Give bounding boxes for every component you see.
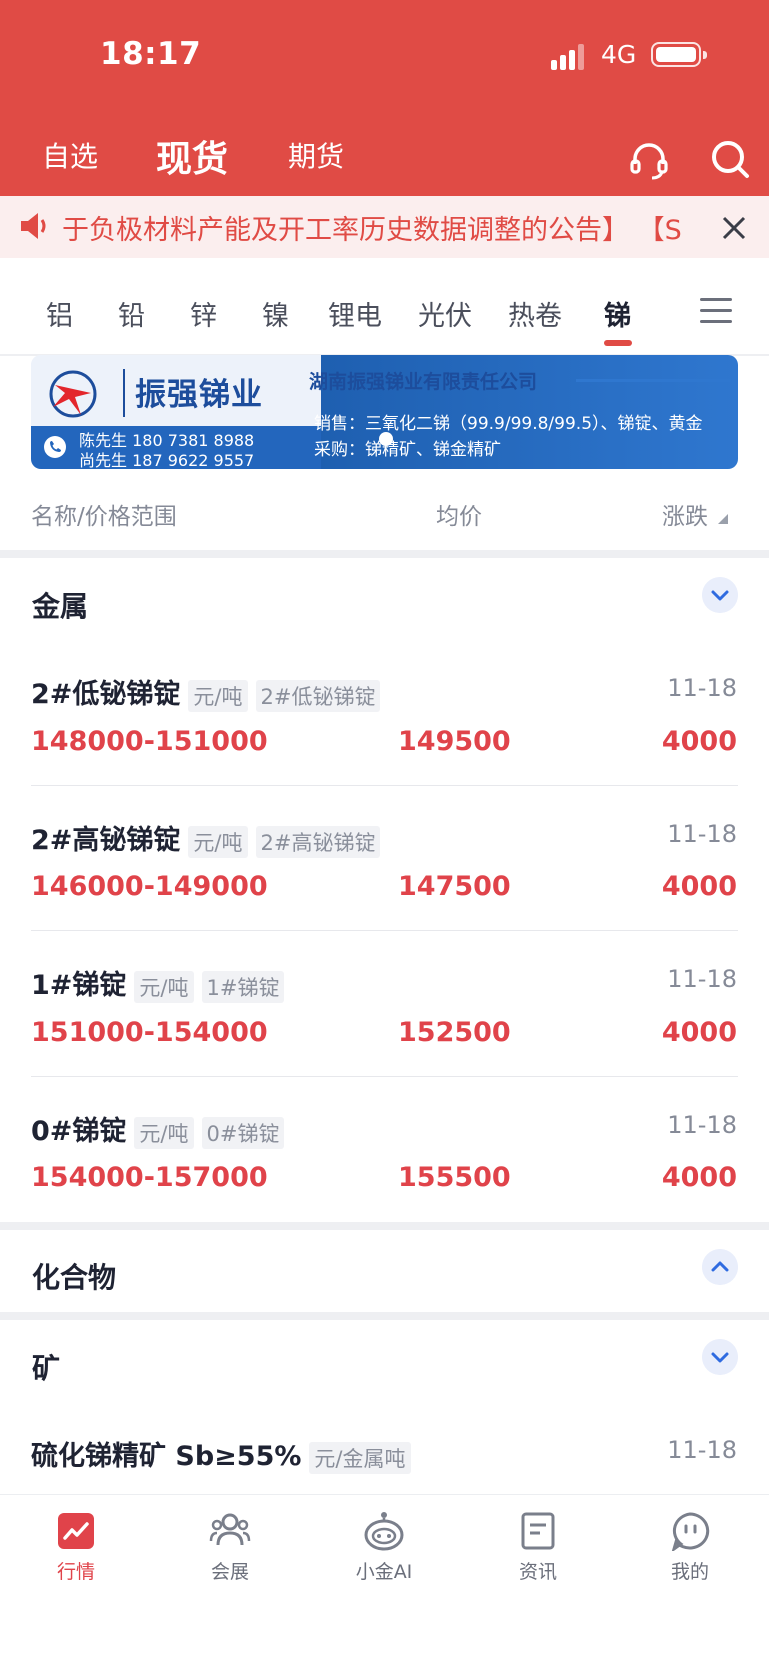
item-date: 11-18	[667, 1111, 737, 1139]
notice-close-button[interactable]	[714, 208, 754, 248]
item-change: 4000	[661, 1017, 737, 1048]
nav-news[interactable]: 资讯	[488, 1511, 588, 1584]
banner-page-dot	[379, 432, 393, 446]
category-tab[interactable]: 光伏	[418, 294, 472, 333]
category-tab[interactable]: 锌	[190, 294, 217, 333]
close-icon[interactable]	[714, 208, 754, 248]
list-item-name[interactable]: 0#锑锭 元/吨 0#锑锭	[31, 1109, 285, 1149]
list-item-name[interactable]: 2#高铋锑锭 元/吨 2#高铋锑锭	[31, 818, 381, 858]
chart-icon	[58, 1513, 94, 1549]
robot-icon	[364, 1512, 404, 1551]
item-avg-price: 149500	[398, 726, 511, 757]
list-item-name[interactable]: 2#低铋锑锭 元/吨 2#低铋锑锭	[31, 672, 381, 712]
unit-tag: 元/吨	[188, 679, 248, 712]
chevron-down-icon[interactable]	[702, 1339, 738, 1375]
category-tab[interactable]: 铅	[118, 294, 145, 333]
notice-text[interactable]: 于负极材料产能及开工率历史数据调整的公告】 【S	[62, 208, 682, 247]
spec-tag: 2#高铋锑锭	[255, 825, 381, 858]
item-avg-price: 147500	[398, 871, 511, 902]
category-tab-active[interactable]: 锑	[604, 294, 631, 333]
phone-icon	[44, 436, 66, 458]
profile-icon	[671, 1512, 710, 1551]
nav-ai[interactable]: 小金AI	[334, 1511, 434, 1584]
spec-tag: 1#锑锭	[201, 970, 285, 1003]
menu-icon[interactable]	[700, 296, 732, 326]
banner-sales: 销售：三氧化二锑（99.9/99.8/99.5）、锑锭、黄金	[314, 414, 703, 434]
category-tabs: 铝 铅 锌 镍 锂电 光伏 热卷 锑	[0, 258, 769, 356]
category-tab[interactable]: 锂电	[328, 294, 382, 333]
column-name: 名称/价格范围	[31, 504, 177, 530]
tab-futures[interactable]: 期货	[288, 135, 344, 175]
item-price-range: 146000-149000	[31, 871, 268, 902]
unit-tag: 元/吨	[188, 825, 248, 858]
spec-tag: 0#锑锭	[201, 1116, 285, 1149]
category-tab[interactable]: 热卷	[508, 294, 562, 333]
headset-icon[interactable]	[627, 138, 671, 182]
bottom-nav: 行情 会展 小金AI 资讯 我的	[0, 1494, 769, 1665]
section-title-ore[interactable]: 矿	[32, 1347, 60, 1387]
chevron-up-icon[interactable]	[702, 1249, 738, 1285]
sort-icon[interactable]	[718, 514, 728, 524]
item-price-range: 148000-151000	[31, 726, 268, 757]
item-date: 11-18	[667, 820, 737, 848]
item-avg-price: 155500	[398, 1162, 511, 1193]
people-icon	[209, 1513, 251, 1546]
nav-profile[interactable]: 我的	[640, 1511, 740, 1584]
item-change: 4000	[661, 726, 737, 757]
notice-bar[interactable]: 于负极材料产能及开工率历史数据调整的公告】 【S	[0, 196, 769, 258]
list-item-name[interactable]: 硫化锑精矿 Sb≥55% 元/金属吨	[31, 1434, 411, 1474]
unit-tag: 元/吨	[134, 970, 194, 1003]
ad-banner[interactable]: 振强锑业 陈先生 180 7381 8988 尚先生 187 9622 9557…	[31, 355, 738, 469]
network-type: 4G	[601, 40, 637, 69]
status-time: 18:17	[100, 36, 202, 72]
item-date: 11-18	[667, 965, 737, 993]
nav-market[interactable]: 行情	[26, 1511, 126, 1584]
banner-purchase: 采购：锑精矿、锑金精矿	[314, 440, 501, 460]
item-date: 11-18	[667, 674, 737, 702]
tab-watchlist[interactable]: 自选	[42, 135, 98, 175]
banner-company: 湖南振强锑业有限责任公司	[309, 371, 538, 393]
spec-tag: 2#低铋锑锭	[255, 679, 381, 712]
banner-brand: 振强锑业	[135, 377, 263, 413]
section-title-compound[interactable]: 化合物	[32, 1256, 116, 1296]
news-icon	[521, 1512, 555, 1550]
column-avg: 均价	[436, 504, 482, 530]
item-avg-price: 152500	[398, 1017, 511, 1048]
tab-spot[interactable]: 现货	[156, 130, 228, 182]
nav-exhibition[interactable]: 会展	[180, 1511, 280, 1584]
megaphone-icon	[21, 213, 46, 239]
column-change[interactable]: 涨跌	[662, 497, 708, 531]
section-title-metal[interactable]: 金属	[32, 585, 88, 625]
banner-contact: 尚先生 187 9622 9557	[79, 451, 255, 469]
item-change: 4000	[661, 871, 737, 902]
item-price-range: 151000-154000	[31, 1017, 268, 1048]
category-tab[interactable]: 铝	[46, 294, 73, 333]
battery-icon	[651, 42, 707, 67]
list-item-name[interactable]: 1#锑锭 元/吨 1#锑锭	[31, 963, 285, 1003]
signal-icon	[551, 44, 584, 70]
item-price-range: 154000-157000	[31, 1162, 268, 1193]
company-logo	[49, 370, 97, 418]
unit-tag: 元/金属吨	[309, 1441, 411, 1474]
unit-tag: 元/吨	[134, 1116, 194, 1149]
chevron-down-icon[interactable]	[702, 577, 738, 613]
app-header: 18:17 4G 自选 现货 期货	[0, 0, 769, 196]
category-tab[interactable]: 镍	[262, 294, 289, 333]
item-date: 11-18	[667, 1436, 737, 1464]
item-change: 4000	[661, 1162, 737, 1193]
search-icon[interactable]	[709, 138, 753, 182]
active-tab-indicator	[604, 340, 632, 346]
